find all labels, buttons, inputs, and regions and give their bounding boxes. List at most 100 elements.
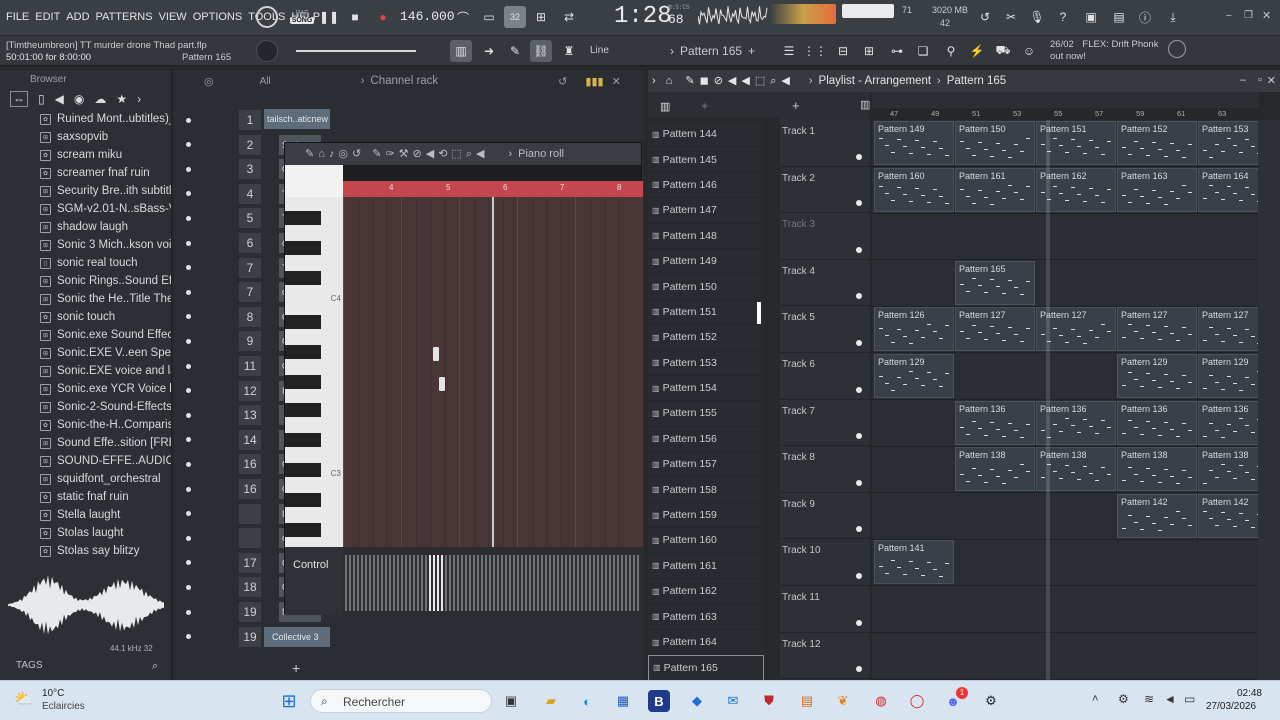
velocity-bar[interactable] — [573, 555, 575, 611]
pattern-item[interactable]: ▥ Pattern 147 — [648, 198, 764, 224]
browser-item[interactable]: ⊞ saxsopvib — [0, 128, 171, 146]
channel-number[interactable]: 18 — [239, 577, 261, 598]
playlist-icon[interactable]: ☰ — [778, 40, 800, 62]
track-header[interactable]: Track 12 — [780, 633, 870, 680]
pencil-icon[interactable]: ✎ — [504, 40, 526, 62]
velocity-bar[interactable] — [477, 555, 479, 611]
close-icon[interactable]: ✕ — [1262, 9, 1271, 22]
channel-led[interactable] — [186, 634, 191, 640]
track-header[interactable]: Track 11 — [780, 586, 870, 633]
arrow-right-icon[interactable]: ➜ — [478, 40, 500, 62]
track-mute-led[interactable] — [856, 619, 862, 626]
browser-next-icon[interactable]: › — [137, 92, 141, 106]
velocity-bar[interactable] — [521, 555, 523, 611]
browser-item[interactable]: ⊞ squidfont_orchestral — [0, 470, 171, 488]
black-key[interactable] — [285, 375, 321, 389]
task-view-icon[interactable]: ▣ — [500, 690, 522, 712]
browser-star-icon[interactable]: ★ — [116, 92, 127, 106]
velocity-bar[interactable] — [413, 555, 415, 611]
pattern-prev-icon[interactable]: › — [670, 44, 674, 58]
browser-speaker-icon[interactable]: ◀ — [55, 92, 64, 106]
save-icon[interactable]: ▣ — [1080, 6, 1102, 28]
channel-number[interactable]: 1 — [239, 110, 261, 130]
pattern-item[interactable]: ▥ Pattern 146 — [648, 173, 764, 199]
opera-icon[interactable]: ◯ — [906, 690, 928, 712]
track-mute-led[interactable] — [856, 433, 862, 440]
channel-led[interactable] — [186, 265, 191, 271]
playlist-clip[interactable]: Pattern 142 — [1117, 493, 1197, 538]
browser-item[interactable]: ✿ screamer fnaf ruin — [0, 164, 171, 182]
menu-item[interactable]: OPTIONS — [193, 11, 243, 23]
add-channel-icon[interactable]: + — [292, 660, 300, 676]
track-mute-led[interactable] — [856, 339, 862, 346]
restore-icon[interactable]: ❐ — [1244, 10, 1253, 21]
playlist-clip[interactable]: Pattern 129 — [874, 354, 954, 398]
channel-number[interactable]: 19 — [239, 626, 261, 647]
pattern-item[interactable]: ▥ Pattern 153 — [648, 351, 764, 376]
channel-number[interactable]: 3 — [239, 159, 261, 180]
velocity-bar[interactable] — [381, 555, 383, 611]
velocity-bar[interactable] — [497, 555, 499, 611]
track-header[interactable]: Track 7 — [780, 400, 870, 447]
playlist-clip[interactable]: Pattern 165 — [955, 260, 1035, 305]
velocity-bar[interactable] — [349, 555, 351, 611]
pattern-item[interactable]: ▥ Pattern 154 — [648, 376, 764, 402]
track-header[interactable]: Track 9 — [780, 493, 870, 540]
browser-item[interactable]: ✿ Stella laught — [0, 506, 171, 524]
pattern-item[interactable]: ▥ Pattern 163 — [648, 604, 764, 630]
news-badge-icon[interactable] — [1168, 40, 1186, 58]
tray-app-icon[interactable]: ⚙ — [1118, 692, 1129, 706]
download-icon[interactable]: ⤓ — [1162, 6, 1184, 28]
velocity-bar[interactable] — [637, 555, 639, 611]
velocity-bar[interactable] — [489, 555, 491, 611]
black-key[interactable] — [285, 523, 321, 537]
velocity-bar[interactable] — [581, 555, 583, 611]
velocity-bar[interactable] — [617, 555, 619, 611]
b-app-icon[interactable]: B — [648, 690, 670, 712]
pattern-item[interactable]: ▥ Pattern 159 — [648, 503, 764, 529]
browser-file-icon[interactable]: ▯ — [38, 92, 45, 106]
pattern-item[interactable]: ▥ Pattern 155 — [648, 401, 764, 427]
velocity-bar[interactable] — [629, 555, 631, 611]
channel-number[interactable]: 9 — [239, 331, 261, 352]
velocity-bar[interactable] — [609, 555, 611, 611]
playlist-clip[interactable]: Pattern 138 — [1117, 447, 1197, 492]
file-icon[interactable]: ❏ — [912, 40, 934, 62]
playlist-clip[interactable]: Pattern 163 — [1117, 167, 1197, 212]
channel-number[interactable]: 5 — [239, 208, 261, 229]
browser-item[interactable]: ✿ static fnaf ruin — [0, 488, 171, 506]
chrome-like-icon[interactable]: ◍ — [870, 690, 892, 712]
channel-number[interactable]: 7 — [239, 282, 261, 303]
channel-number[interactable]: 7 — [239, 257, 261, 278]
track-header[interactable]: Track 6 — [780, 353, 870, 400]
channel-number[interactable]: 13 — [239, 405, 261, 426]
browser-item[interactable]: ⊞ Sonic Rings..Sound Effect — [0, 272, 171, 290]
playlist-ruler[interactable]: 47 49 51 53 55 57 59 61 63 — [872, 108, 1258, 120]
plugin-icon[interactable]: ⊞ — [858, 40, 880, 62]
control-label[interactable]: Control — [293, 559, 328, 571]
snap-value[interactable]: Line — [590, 45, 609, 56]
playlist-clip[interactable]: Pattern 129 — [1117, 354, 1197, 398]
pattern-selector[interactable]: › Pattern 165 + — [670, 40, 778, 62]
channel-led[interactable] — [186, 166, 191, 172]
velocity-bar[interactable] — [473, 555, 475, 611]
velocity-bar[interactable] — [525, 555, 527, 611]
velocity-bar[interactable] — [509, 555, 511, 611]
channel-led[interactable] — [186, 437, 191, 443]
pause-icon[interactable]: ❚❚ — [318, 6, 340, 28]
channel-number[interactable]: 16 — [239, 479, 261, 499]
velocity-bar[interactable] — [361, 555, 363, 611]
main-pitch-knob[interactable] — [256, 40, 278, 62]
channel-number[interactable]: 17 — [239, 552, 261, 573]
velocity-bar[interactable] — [357, 555, 359, 611]
tempo-display[interactable]: 146.000 — [400, 9, 455, 24]
channel-number[interactable]: 14 — [239, 429, 261, 450]
render-icon[interactable]: ▤ — [1108, 6, 1130, 28]
channel-number[interactable]: 16 — [239, 454, 261, 475]
channel-led[interactable] — [186, 215, 191, 221]
playlist-clip[interactable]: Pattern 126 — [874, 307, 954, 352]
browser-item[interactable]: ⊞ Sonic.exe YCR Voice lines — [0, 380, 171, 398]
velocity-bar[interactable] — [345, 555, 347, 611]
playlist-clip[interactable]: Pattern 161 — [955, 167, 1035, 212]
velocity-bar[interactable] — [577, 555, 579, 611]
